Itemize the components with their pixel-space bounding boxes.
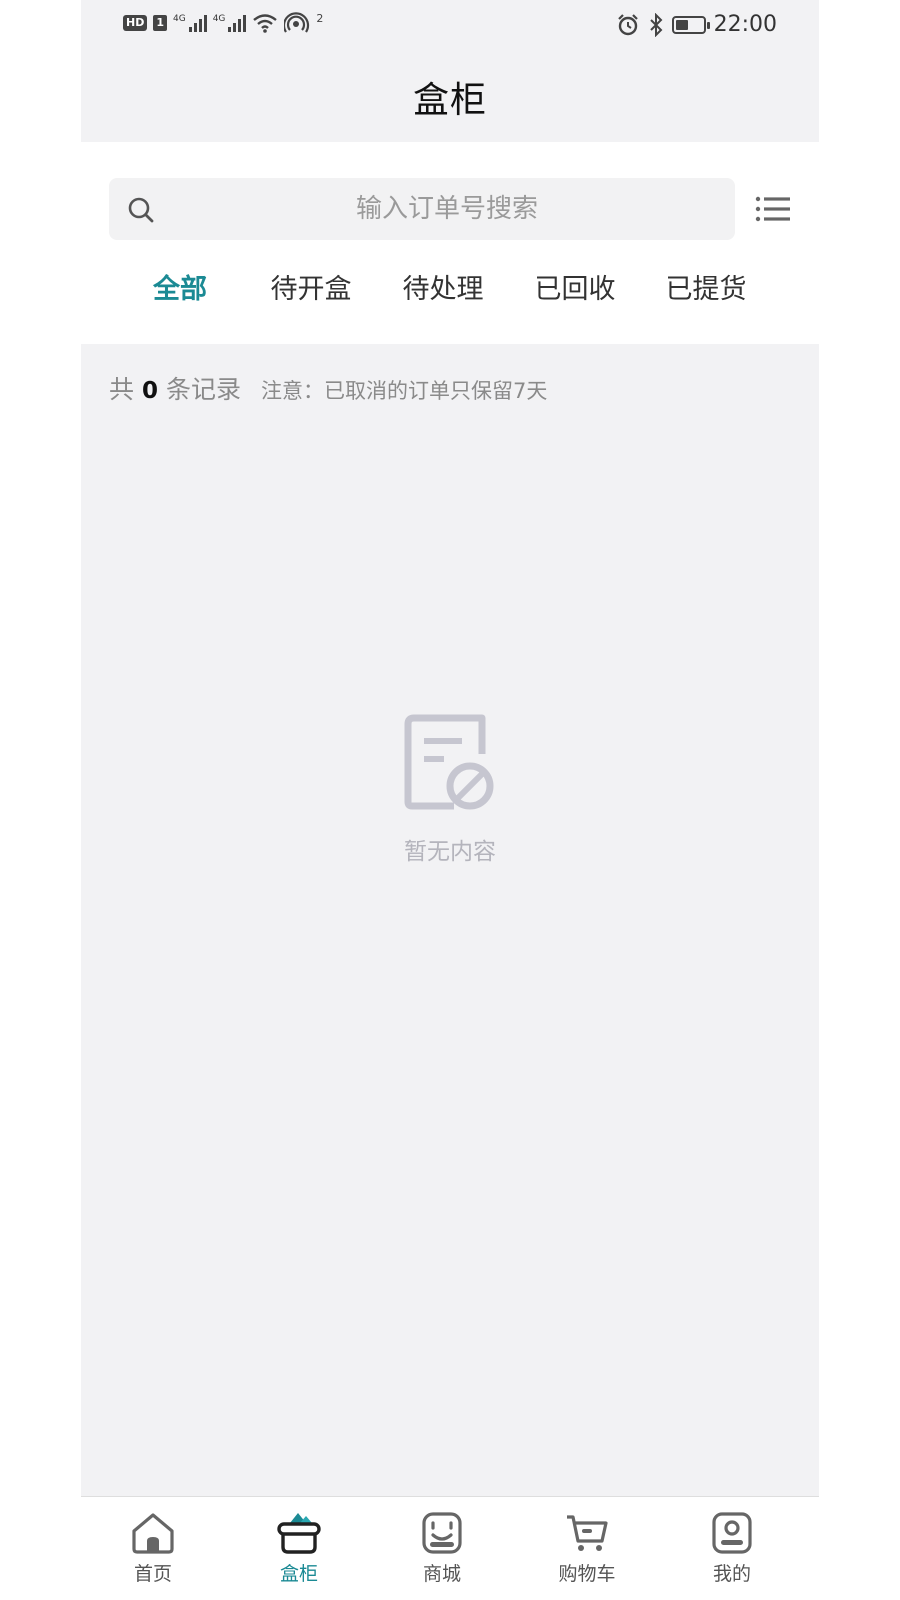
record-summary: 共 0 条记录 注意：已取消的订单只保留7天 (109, 370, 547, 410)
tab-pending-open[interactable]: 待开盒 (251, 260, 371, 320)
nav-box-cabinet[interactable]: 盒柜 (239, 1497, 359, 1600)
retention-note: 注意：已取消的订单只保留7天 (261, 379, 548, 403)
hotspot-count: 2 (316, 12, 324, 25)
empty-state-text: 暂无内容 (404, 839, 496, 865)
list-menu-icon[interactable] (755, 194, 791, 224)
tab-picked-up[interactable]: 已提货 (646, 260, 766, 320)
search-placeholder: 输入订单号搜索 (355, 194, 538, 224)
alarm-icon (617, 13, 638, 35)
summary-prefix: 共 (109, 375, 135, 404)
status-right: 22:00 (616, 12, 777, 37)
signal-icon: 4G (213, 14, 247, 32)
page-title: 盒柜 (412, 80, 487, 121)
bottom-navigation: 首页 盒柜 商城 购物车 我的 (81, 1496, 819, 1600)
status-bar: HD 1 4G 4G 2 22:00 (81, 0, 819, 52)
empty-document-icon (404, 714, 494, 810)
nav-profile[interactable]: 我的 (672, 1497, 792, 1600)
navigation-bar: 盒柜 (81, 52, 819, 142)
status-time: 22:00 (713, 12, 777, 37)
nav-label: 首页 (133, 1563, 172, 1585)
battery-icon (671, 15, 710, 34)
status-left: HD 1 4G 4G 2 (123, 12, 323, 34)
record-count: 0 (142, 378, 159, 404)
tab-all[interactable]: 全部 (120, 260, 240, 320)
search-icon (128, 197, 154, 223)
profile-icon (712, 1512, 752, 1554)
empty-state: 暂无内容 (81, 714, 819, 866)
nav-home[interactable]: 首页 (93, 1497, 213, 1600)
nav-label: 商城 (422, 1563, 461, 1585)
app-screen: HD 1 4G 4G 2 22:00 盒柜 输入订单号搜索 全部 待开盒 待处理… (81, 0, 819, 1600)
signal-icon: 4G (173, 14, 207, 32)
network-type-label: 4G (173, 14, 186, 24)
home-icon (132, 1513, 174, 1554)
bluetooth-icon (649, 12, 663, 37)
hd-badge: HD (123, 15, 148, 31)
order-status-tabs: 全部 待开盒 待处理 已回收 已提货 (81, 260, 819, 326)
cart-icon (567, 1515, 608, 1551)
sim-badge: 1 (153, 15, 167, 31)
filter-panel: 输入订单号搜索 全部 待开盒 待处理 已回收 已提货 (81, 142, 819, 344)
tab-recycled[interactable]: 已回收 (515, 260, 635, 320)
nav-label: 我的 (712, 1563, 751, 1585)
network-type-label: 4G (212, 14, 226, 24)
hotspot-icon (284, 12, 310, 33)
search-input[interactable]: 输入订单号搜索 (109, 178, 735, 240)
nav-cart[interactable]: 购物车 (527, 1497, 647, 1600)
nav-label: 盒柜 (279, 1563, 318, 1585)
wifi-icon (253, 14, 278, 33)
box-cabinet-icon (277, 1513, 321, 1554)
nav-label: 购物车 (558, 1563, 616, 1585)
shop-icon (422, 1512, 462, 1554)
tab-pending-process[interactable]: 待处理 (383, 260, 503, 320)
summary-suffix: 条记录 (166, 375, 242, 404)
nav-shop[interactable]: 商城 (382, 1497, 502, 1600)
